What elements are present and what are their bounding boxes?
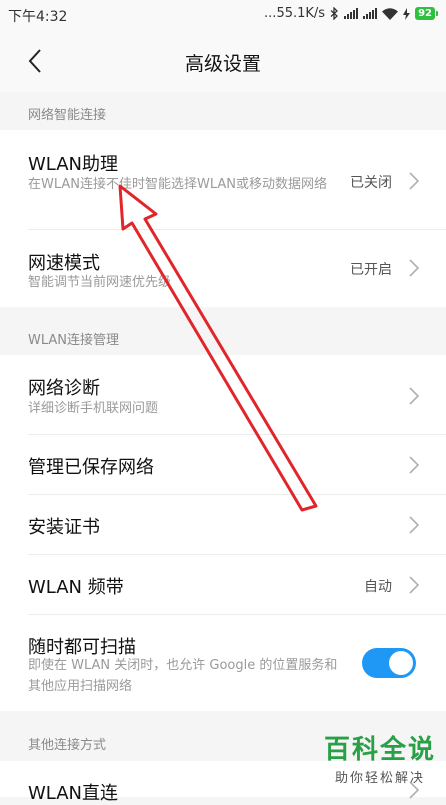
chevron-right-icon (409, 516, 420, 534)
network-speed: ...55.1K/s (264, 6, 326, 21)
always-scan-toggle[interactable] (362, 648, 416, 678)
network-diagnose-row[interactable]: 网络诊断 详细诊断手机联网问题 (0, 355, 446, 434)
row-title: 网络诊断 (28, 378, 100, 399)
install-cert-row[interactable]: 安装证书 (0, 495, 446, 554)
row-subtitle: 详细诊断手机联网问题 (28, 401, 159, 416)
row-title: WLAN助理 (28, 154, 119, 175)
row-value: 已关闭 (350, 175, 392, 191)
bluetooth-icon (330, 7, 339, 20)
row-subtitle: 智能调节当前网速优先级 (28, 275, 172, 290)
chevron-right-icon (409, 172, 420, 190)
section-label-smart: 网络智能连接 (28, 108, 107, 123)
row-title: WLAN 频带 (28, 577, 124, 598)
app-header: 高级设置 (0, 30, 446, 92)
signal-icon (344, 8, 359, 19)
charging-icon (403, 7, 411, 20)
wlan-band-row[interactable]: WLAN 频带 自动 (0, 555, 446, 614)
battery-icon: 92 (415, 7, 438, 20)
chevron-right-icon (409, 387, 420, 405)
status-bar: 下午4:32 ...55.1K/s 92 (0, 0, 446, 30)
toggle-knob (389, 651, 413, 675)
signal-icon (363, 8, 378, 19)
chevron-right-icon (409, 259, 420, 277)
row-title: 管理已保存网络 (28, 457, 154, 478)
saved-networks-row[interactable]: 管理已保存网络 (0, 435, 446, 494)
status-time: 下午4:32 (8, 9, 68, 25)
watermark-subtitle: 助你轻松解决 (334, 771, 425, 786)
watermark-title: 百科全说 (323, 735, 436, 765)
watermark-logo: 百科全说 助你轻松解决 (318, 735, 442, 786)
row-value: 已开启 (350, 262, 392, 278)
row-subtitle: 即使在 WLAN 关闭时，也允许 Google 的位置服务和其他应用扫描网络 (28, 658, 338, 694)
settings-group-smart: WLAN助理 在WLAN连接不佳时智能选择WLAN或移动数据网络 已关闭 网速模… (0, 130, 446, 307)
settings-group-manage: 网络诊断 详细诊断手机联网问题 管理已保存网络 安装证书 WLAN 频带 自动 … (0, 355, 446, 711)
wlan-assistant-row[interactable]: WLAN助理 在WLAN连接不佳时智能选择WLAN或移动数据网络 已关闭 (0, 130, 446, 228)
chevron-right-icon (409, 456, 420, 474)
speed-mode-row[interactable]: 网速模式 智能调节当前网速优先级 已开启 (0, 230, 446, 307)
always-scan-row: 随时都可扫描 即使在 WLAN 关闭时，也允许 Google 的位置服务和其他应… (0, 615, 446, 711)
row-title: 安装证书 (28, 517, 100, 538)
row-title: WLAN直连 (28, 783, 119, 804)
battery-level: 92 (415, 7, 435, 20)
section-label-other: 其他连接方式 (28, 738, 107, 753)
row-value: 自动 (364, 579, 392, 595)
row-subtitle: 在WLAN连接不佳时智能选择WLAN或移动数据网络 (28, 177, 328, 192)
section-label-manage: WLAN连接管理 (28, 333, 120, 348)
wifi-icon (382, 7, 399, 20)
chevron-right-icon (409, 576, 420, 594)
page-title: 高级设置 (184, 53, 261, 75)
